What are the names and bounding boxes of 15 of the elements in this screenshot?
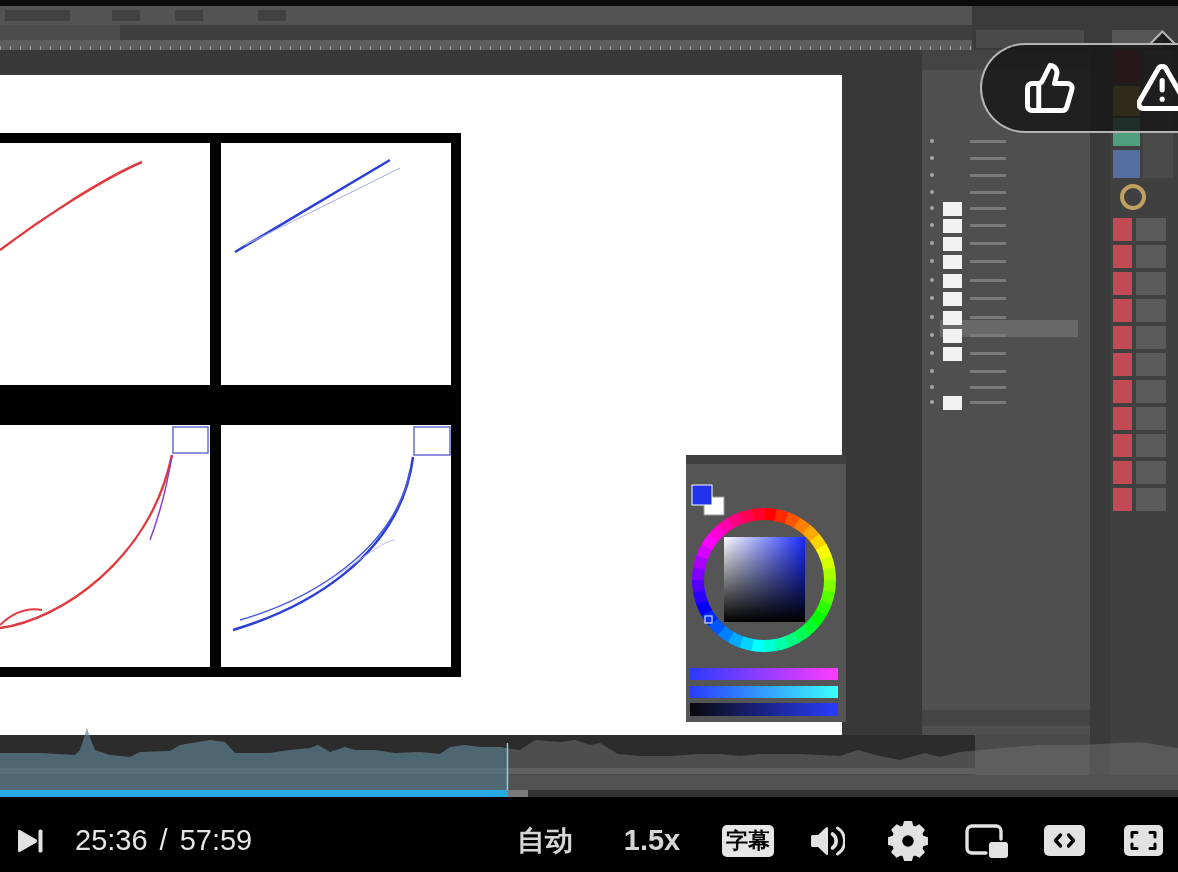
settings-icon[interactable] (888, 820, 928, 861)
warning-icon[interactable] (1137, 64, 1178, 112)
skip-next-icon[interactable] (17, 827, 43, 854)
wide-mode-icon[interactable] (1044, 825, 1085, 856)
volume-icon[interactable] (809, 823, 845, 858)
speed-button[interactable]: 1.5x (623, 826, 681, 855)
time-separator: / (159, 826, 168, 855)
total-duration: 57:59 (179, 826, 253, 855)
thumbs-up-icon[interactable] (1023, 61, 1077, 115)
current-time: 25:36 (75, 826, 148, 855)
subtitles-button[interactable]: 字幕 (722, 824, 774, 857)
fullscreen-icon[interactable] (1124, 825, 1163, 856)
picture-in-picture-icon[interactable] (965, 823, 1008, 858)
progress-track[interactable] (0, 790, 1178, 797)
quality-button[interactable]: 自动 (516, 826, 574, 855)
